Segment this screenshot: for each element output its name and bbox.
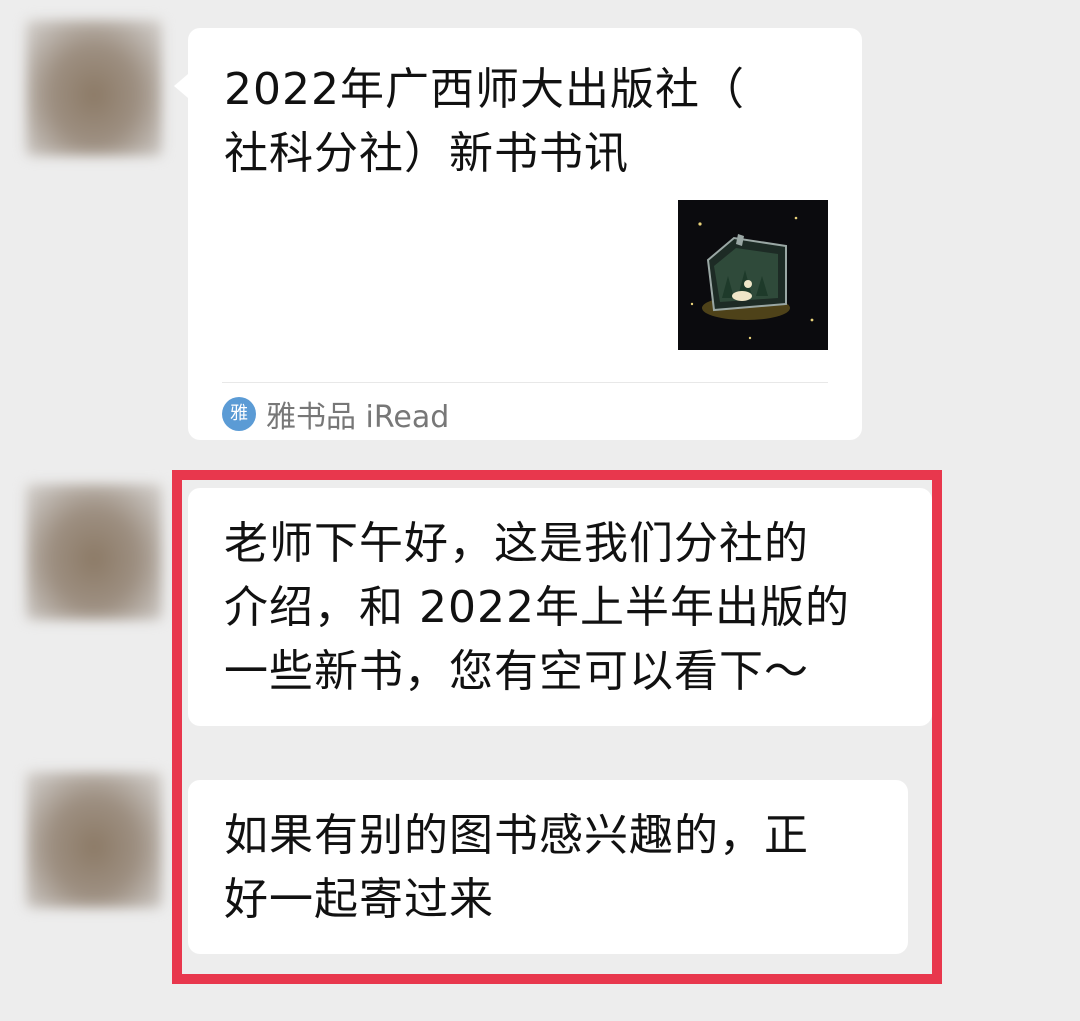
link-card-source: 雅 雅书品 iRead (222, 392, 449, 436)
highlight-annotation-box (172, 470, 942, 984)
source-logo-icon: 雅 (222, 397, 256, 431)
sender-avatar[interactable] (26, 20, 162, 156)
sender-avatar[interactable] (26, 484, 162, 620)
link-card-title: 2022年广西师大出版社（ 社科分社）新书书讯 (224, 64, 745, 179)
source-name: 雅书品 iRead (266, 400, 450, 435)
link-card-message[interactable]: 2022年广西师大出版社（ 社科分社）新书书讯 雅 雅书品 iRead (188, 28, 862, 440)
link-card-thumbnail (678, 200, 828, 350)
bubble-pointer (174, 74, 188, 98)
link-card-divider (222, 382, 828, 383)
sender-avatar[interactable] (26, 772, 162, 908)
